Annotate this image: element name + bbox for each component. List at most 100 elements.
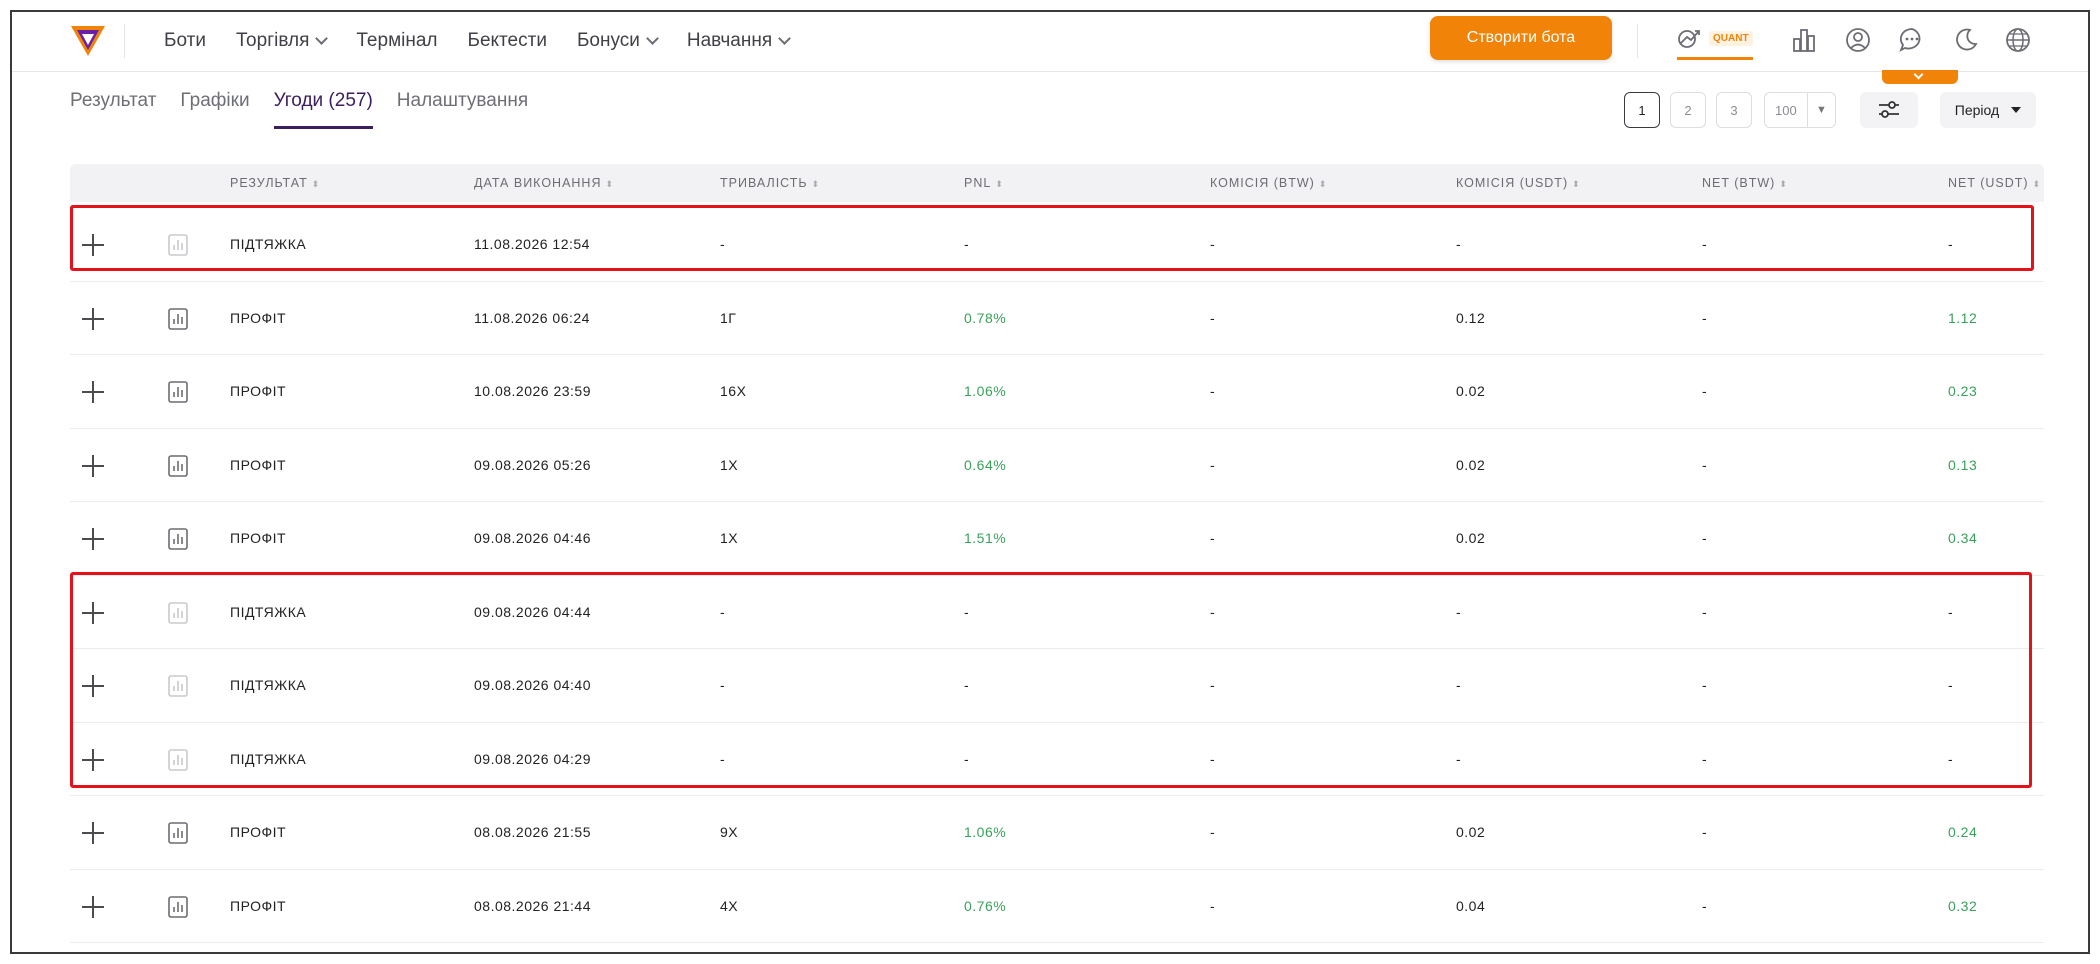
sort-icon: ⬍ [1572, 179, 1581, 189]
quant-button[interactable]: QUANT [1677, 20, 1753, 60]
collapse-panel-tab[interactable] [1882, 69, 1958, 84]
expand-plus-icon[interactable] [82, 601, 104, 624]
expand-plus-icon[interactable] [82, 895, 104, 918]
user-icon[interactable] [1844, 26, 1872, 54]
nav-item-1[interactable]: Торгівля [235, 30, 329, 52]
cell-net-usdt: 0.13 [1948, 456, 1978, 473]
cell-duration: 1Х [720, 530, 739, 547]
nav-item-label: Навчання [686, 30, 773, 51]
column-header[interactable]: РЕЗУЛЬТАТ ⬍ [230, 164, 320, 202]
filter-settings-button[interactable] [1860, 92, 1918, 128]
cell-fee-usdt: 0.02 [1456, 383, 1486, 400]
caret-down-icon [2011, 107, 2022, 113]
nav-item-3[interactable]: Бектести [468, 30, 547, 52]
tab-2[interactable]: Угоди (257) [273, 90, 373, 129]
expand-plus-icon[interactable] [82, 675, 104, 697]
row-chart-icon [168, 675, 188, 697]
chat-icon[interactable] [1898, 26, 1926, 54]
cell-net-usdt: - [1948, 236, 1954, 253]
column-header[interactable]: ТРИВАЛІСТЬ ⬍ [720, 164, 820, 202]
cell-duration: 9Х [720, 824, 739, 841]
bar-chart-icon[interactable] [1790, 26, 1818, 54]
cell-net-btw: - [1702, 456, 1708, 473]
cell-pnl: 1.06% [964, 824, 1007, 841]
sort-icon: ⬍ [2032, 179, 2042, 189]
nav-item-5[interactable]: Навчання [686, 30, 792, 52]
nav-item-4[interactable]: Бонуси [577, 30, 659, 52]
cell-pnl: 0.78% [964, 309, 1007, 326]
row-chart-icon[interactable] [168, 822, 188, 844]
expand-plus-icon[interactable] [82, 381, 104, 403]
expand-plus-icon[interactable] [82, 307, 104, 330]
cell-result: ПІДТЯЖКА [230, 236, 307, 253]
brand-logo-icon[interactable] [68, 20, 108, 60]
cell-net-btw: - [1702, 383, 1708, 400]
nav-item-label: Торгівля [235, 30, 310, 51]
tab-3[interactable]: Налаштування [397, 90, 528, 129]
cell-net-usdt: - [1948, 677, 1954, 694]
cell-result: ПІДТЯЖКА [230, 603, 307, 620]
top-navbar: Боти Торгівля Термінал Бектести Бонуси Навчан… [12, 12, 2088, 72]
cell-fee-usdt: 0.02 [1456, 456, 1486, 473]
sort-icon: ⬍ [811, 179, 821, 189]
cell-fee-btw: - [1210, 309, 1216, 326]
nav-item-label: Боти [164, 30, 206, 51]
cell-net-usdt: 0.24 [1948, 824, 1978, 841]
trades-table-body: ПІДТЯЖКА 11.08.2026 12:54 - - - - - - ПРОФІТ 11.0… [70, 208, 2044, 943]
row-chart-icon[interactable] [168, 307, 188, 330]
expand-plus-icon[interactable] [82, 234, 104, 256]
nav-item-label: Бектести [467, 30, 547, 51]
cell-duration: 16Х [720, 383, 747, 400]
cell-pnl: - [964, 236, 970, 253]
column-header[interactable]: КОМІСІЯ (BTW) ⬍ [1210, 164, 1327, 202]
tab-1[interactable]: Графіки [180, 90, 249, 129]
cell-net-btw: - [1702, 309, 1708, 326]
row-chart-icon[interactable] [168, 528, 188, 550]
cell-fee-btw: - [1210, 677, 1216, 694]
chevron-down-icon [315, 32, 329, 45]
expand-plus-icon[interactable] [82, 748, 104, 771]
per-page-select[interactable]: 100 ▼ [1764, 92, 1836, 128]
nav-item-0[interactable]: Боти [164, 30, 206, 52]
row-chart-icon[interactable] [168, 381, 188, 403]
row-chart-icon [168, 234, 188, 256]
cell-result: ПРОФІТ [230, 309, 287, 326]
create-bot-button[interactable]: Створити бота [1430, 16, 1612, 60]
column-header[interactable]: PNL ⬍ [964, 164, 1004, 202]
period-label: Період [1954, 102, 2000, 118]
globe-icon[interactable] [2004, 26, 2032, 54]
tab-0[interactable]: Результат [70, 90, 156, 129]
expand-plus-icon[interactable] [82, 454, 104, 477]
page-button-2[interactable]: 2 [1670, 92, 1706, 128]
column-header[interactable]: NET (USDT) ⬍ [1948, 164, 2041, 202]
table-row: ПРОФІТ 09.08.2026 05:26 1Х 0.64% - 0.02 - 0.13 [70, 429, 2044, 502]
column-header[interactable]: КОМІСІЯ (USDT) ⬍ [1456, 164, 1581, 202]
cell-duration: - [720, 750, 726, 767]
column-header[interactable]: NET (BTW) ⬍ [1702, 164, 1788, 202]
row-chart-icon[interactable] [168, 895, 188, 918]
main-nav: Боти Торгівля Термінал Бектести Бонуси Навчан… [164, 12, 792, 70]
column-header-label: ДАТА ВИКОНАННЯ [474, 176, 602, 190]
cell-date: 09.08.2026 04:44 [474, 603, 591, 620]
moon-icon[interactable] [1952, 26, 1980, 54]
divider [124, 24, 125, 58]
table-row: ПРОФІТ 08.08.2026 21:55 9Х 1.06% - 0.02 - 0.24 [70, 796, 2044, 870]
expand-plus-icon[interactable] [82, 822, 104, 844]
cell-net-usdt: 0.32 [1948, 897, 1978, 914]
cell-net-btw: - [1702, 236, 1708, 253]
cell-fee-usdt: 0.12 [1456, 309, 1486, 326]
cell-net-usdt: - [1948, 750, 1954, 767]
cell-pnl: - [964, 750, 970, 767]
page-button-3[interactable]: 3 [1716, 92, 1752, 128]
expand-plus-icon[interactable] [82, 528, 104, 550]
sort-icon: ⬍ [1318, 179, 1328, 189]
row-chart-icon[interactable] [168, 454, 188, 477]
table-header: РЕЗУЛЬТАТ ⬍ ДАТА ВИКОНАННЯ ⬍ ТРИВАЛІСТЬ ⬍ PNL ⬍… [70, 164, 2044, 202]
page-button-1[interactable]: 1 [1624, 92, 1660, 128]
column-header[interactable]: ДАТА ВИКОНАННЯ ⬍ [474, 164, 614, 202]
column-header-label: РЕЗУЛЬТАТ [230, 176, 308, 190]
period-select[interactable]: Період [1940, 92, 2036, 128]
sort-icon: ⬍ [1779, 179, 1788, 189]
cell-net-usdt: - [1948, 603, 1954, 620]
nav-item-2[interactable]: Термінал [356, 30, 437, 52]
